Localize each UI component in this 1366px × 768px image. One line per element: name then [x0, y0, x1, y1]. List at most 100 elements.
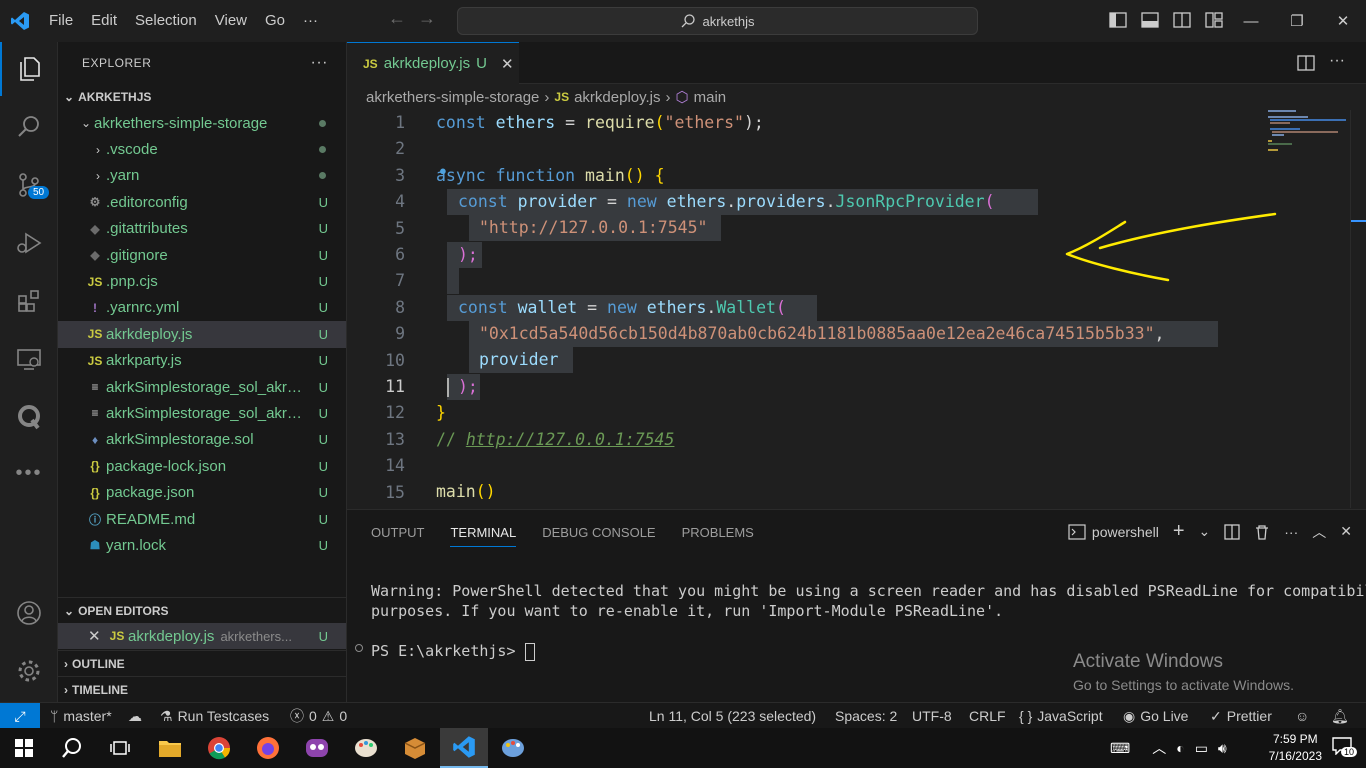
package-app[interactable] — [391, 728, 439, 768]
sync-status[interactable]: ☁ — [128, 703, 142, 729]
encoding[interactable]: UTF-8 — [912, 703, 952, 729]
split-terminal-icon[interactable] — [1224, 523, 1240, 540]
indentation[interactable]: Spaces: 2 — [835, 703, 897, 729]
comment-link[interactable]: http://127.0.0.1:7545 — [466, 430, 675, 449]
firefox-app[interactable] — [244, 728, 292, 768]
git-branch[interactable]: ᛘ master* — [50, 703, 112, 729]
taskbar-clock[interactable]: 7:59 PM 7/16/2023 — [1269, 731, 1322, 765]
menu-go[interactable]: Go — [256, 0, 294, 42]
menu-edit[interactable]: Edit — [82, 0, 126, 42]
manage-activity[interactable] — [0, 644, 58, 698]
customize-layout-icon[interactable] — [1204, 10, 1224, 30]
menu-file[interactable]: File — [40, 0, 82, 42]
terminal-shell-selector[interactable]: powershell — [1068, 524, 1159, 540]
tree-item[interactable]: ⓘ README.md U — [58, 506, 346, 532]
terminal-prompt[interactable]: PS E:\akrkethjs> — [371, 642, 535, 661]
close-icon[interactable]: ✕ — [501, 55, 514, 73]
editor-scrollbar[interactable] — [1350, 110, 1366, 508]
tab-problems[interactable]: PROBLEMS — [682, 525, 754, 540]
tree-item[interactable]: {} package-lock.json U — [58, 453, 346, 479]
volume-icon[interactable]: 🔊︎ — [1218, 740, 1227, 757]
open-editors-header[interactable]: ⌄ OPEN EDITORS — [58, 597, 346, 623]
search-activity[interactable] — [0, 100, 58, 154]
feedback-icon[interactable]: ☺ — [1295, 703, 1309, 729]
meet-icon[interactable]: ◐ — [1176, 740, 1184, 756]
start-button[interactable] — [0, 728, 48, 768]
tree-item[interactable]: ♦ akrkSimplestorage.sol U — [58, 427, 346, 453]
network-icon[interactable]: ▭ — [1195, 740, 1208, 757]
minimap[interactable] — [1264, 110, 1350, 170]
tree-item[interactable]: ≡ akrkSimplestorage_sol_akrk... U — [58, 374, 346, 400]
chevron-down-icon[interactable]: ⌄ — [1199, 523, 1211, 540]
paint3d-app[interactable] — [489, 728, 537, 768]
outline-section[interactable]: › OUTLINE — [58, 650, 346, 676]
toggle-panel-icon[interactable] — [1140, 10, 1160, 30]
tree-item[interactable]: ◆ .gitattributes U — [58, 216, 346, 242]
tree-item[interactable]: ≡ akrkSimplestorage_sol_akrk... U — [58, 400, 346, 426]
workspace-section[interactable]: ⌄ AKRKETHJS — [58, 84, 346, 110]
tab-terminal[interactable]: TERMINAL — [450, 525, 517, 547]
extensions-activity[interactable] — [0, 274, 58, 328]
problems-status[interactable]: ⓧ 0 ⚠ 0 — [290, 703, 347, 729]
open-editor-item[interactable]: ✕ JS akrkdeploy.js akrkethers... U — [58, 623, 346, 650]
paint-app[interactable] — [342, 728, 390, 768]
maximize-panel-icon[interactable]: ︿ — [1312, 522, 1326, 542]
accounts-activity[interactable] — [0, 586, 58, 640]
explorer-more-icon[interactable]: ··· — [311, 54, 328, 72]
breadcrumb-folder[interactable]: akrkethers-simple-storage — [366, 89, 539, 106]
remote-indicator[interactable]: ⤢ — [0, 703, 40, 729]
line-ending[interactable]: CRLF — [969, 703, 1006, 729]
tree-item[interactable]: ⚙ .editorconfig U — [58, 189, 346, 215]
media-app[interactable] — [293, 728, 341, 768]
tree-item[interactable]: JS akrkparty.js U — [58, 348, 346, 374]
timeline-section[interactable]: › TIMELINE — [58, 676, 346, 702]
split-editor-icon[interactable] — [1297, 54, 1315, 75]
run-testcases-button[interactable]: ⚗ Run Testcases — [160, 703, 269, 729]
tree-item[interactable]: JS .pnp.cjs U — [58, 268, 346, 294]
new-terminal-icon[interactable]: + — [1173, 520, 1185, 543]
tab-debug-console[interactable]: DEBUG CONSOLE — [542, 525, 655, 540]
tree-item[interactable]: › .yarn — [58, 163, 346, 189]
notifications-bell-icon[interactable]: 🔔︎ — [1331, 703, 1349, 729]
breadcrumb-symbol[interactable]: main — [694, 89, 727, 106]
chrome-app[interactable] — [195, 728, 243, 768]
close-panel-icon[interactable]: ✕ — [1340, 523, 1352, 540]
trash-icon[interactable] — [1254, 524, 1270, 540]
task-view-button[interactable] — [96, 728, 144, 768]
run-debug-activity[interactable] — [0, 216, 58, 270]
remote-explorer-activity[interactable] — [0, 332, 58, 386]
quokka-activity[interactable] — [0, 390, 58, 444]
close-icon[interactable]: ✕ — [88, 627, 104, 645]
forward-arrow-icon[interactable]: → — [418, 8, 436, 29]
go-live-button[interactable]: ◉ Go Live — [1123, 703, 1188, 729]
back-arrow-icon[interactable]: ← — [388, 8, 406, 29]
keyboard-icon[interactable]: ⌨ — [1110, 740, 1130, 757]
action-center-button[interactable]: 10 — [1332, 737, 1358, 759]
language-mode[interactable]: { } JavaScript — [1019, 703, 1103, 729]
breadcrumb-file[interactable]: akrkdeploy.js — [574, 89, 660, 106]
toggle-primary-sidebar-icon[interactable] — [1108, 10, 1128, 30]
menu-more[interactable]: ··· — [294, 0, 327, 42]
minimize-icon[interactable]: — — [1228, 0, 1274, 42]
tree-item[interactable]: › .vscode — [58, 136, 346, 162]
explorer-activity[interactable] — [0, 42, 58, 96]
tree-item[interactable]: ◆ .gitignore U — [58, 242, 346, 268]
tree-item[interactable]: ⌄ akrkethers-simple-storage — [58, 110, 346, 136]
taskbar-search-button[interactable] — [48, 728, 96, 768]
code-editor[interactable]: 1 2 3 4 5 6 7 8 9 10 11 12 13 14 15 const ethers = req… — [347, 110, 1350, 508]
lightbulb-icon[interactable]: ● — [439, 163, 447, 178]
cursor-position[interactable]: Ln 11, Col 5 (223 selected) — [649, 703, 816, 729]
tree-item[interactable]: ! .yarnrc.yml U — [58, 295, 346, 321]
tree-item[interactable]: JS akrkdeploy.js U — [58, 321, 346, 348]
prettier-status[interactable]: ✓ Prettier — [1210, 703, 1272, 729]
toggle-secondary-sidebar-icon[interactable] — [1172, 10, 1192, 30]
chevron-up-icon[interactable]: ︿ — [1152, 738, 1166, 758]
restore-icon[interactable]: ❐ — [1274, 0, 1320, 42]
command-center-search[interactable]: akrkethjs — [457, 7, 978, 35]
menu-selection[interactable]: Selection — [126, 0, 206, 42]
menu-view[interactable]: View — [206, 0, 256, 42]
close-window-icon[interactable]: ✕ — [1320, 0, 1366, 42]
editor-more-icon[interactable]: ··· — [1329, 52, 1345, 70]
tab-akrkdeploy[interactable]: JS akrkdeploy.js U ✕ — [347, 42, 519, 84]
tree-item[interactable]: ☗ yarn.lock U — [58, 532, 346, 558]
